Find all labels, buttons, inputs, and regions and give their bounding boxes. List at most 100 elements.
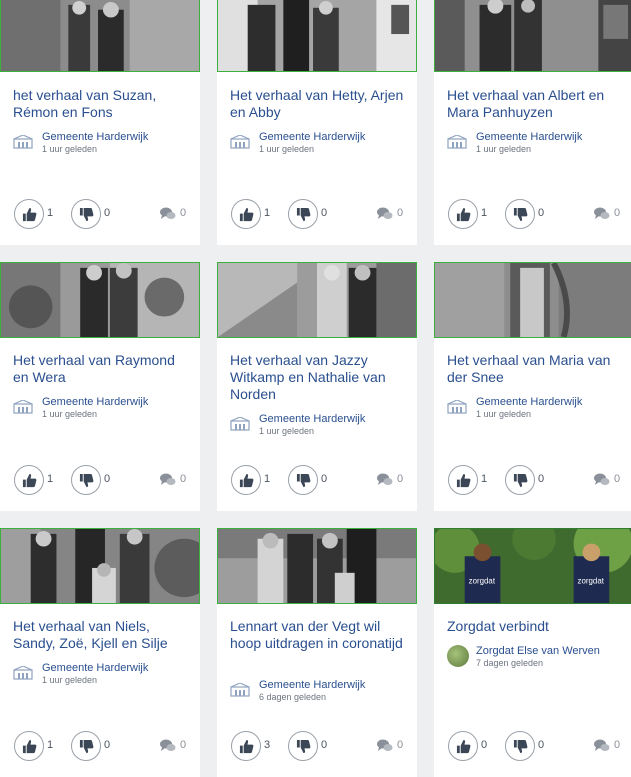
author-name[interactable]: Gemeente Harderwijk	[42, 131, 148, 143]
dislike-button[interactable]	[71, 199, 101, 229]
like-button[interactable]	[448, 465, 478, 495]
dislike-count: 0	[104, 207, 111, 219]
story-title[interactable]: Het verhaal van Niels, Sandy, Zoë, Kjell…	[13, 618, 191, 652]
dislike-button[interactable]	[71, 465, 101, 495]
reaction-bar: 1 0 0	[434, 199, 631, 231]
like-button[interactable]	[231, 731, 261, 761]
thumbs-down-icon	[79, 739, 94, 754]
author-name[interactable]: Gemeente Harderwijk	[476, 131, 582, 143]
like-button[interactable]	[14, 465, 44, 495]
comment-count: 0	[614, 739, 621, 751]
like-button[interactable]	[231, 199, 261, 229]
author-info: Gemeente Harderwijk 1 uur geleden	[447, 396, 627, 422]
author-name[interactable]: Gemeente Harderwijk	[259, 131, 365, 143]
story-photo[interactable]	[434, 262, 631, 338]
post-time: 1 uur geleden	[476, 409, 532, 419]
comment-count: 0	[614, 473, 621, 485]
dislike-button[interactable]	[505, 731, 535, 761]
comment-bubbles-icon[interactable]	[377, 207, 393, 221]
photo-logo-text: zorgdat	[469, 577, 496, 586]
dislike-button[interactable]	[288, 731, 318, 761]
thumbs-up-icon	[456, 473, 471, 488]
story-card[interactable]: Het verhaal van Albert en Mara Panhuyzen…	[434, 0, 631, 245]
comment-bubbles-icon[interactable]	[160, 207, 176, 221]
like-button[interactable]	[448, 731, 478, 761]
story-card[interactable]: Het verhaal van Hetty, Arjen en Abby Gem…	[217, 0, 417, 245]
thumbs-up-icon	[239, 739, 254, 754]
story-title[interactable]: Het verhaal van Raymond en Wera	[13, 352, 191, 386]
story-photo[interactable]	[0, 262, 200, 338]
story-title[interactable]: het verhaal van Suzan, Rémon en Fons	[13, 87, 191, 121]
story-card[interactable]: Het verhaal van Jazzy Witkamp en Nathali…	[217, 262, 417, 511]
avatar[interactable]	[447, 645, 469, 667]
story-card[interactable]: zorgdat zorgdat Zorgdat verbindt Zorgdat …	[434, 528, 631, 777]
story-photo[interactable]	[0, 528, 200, 604]
dislike-count: 0	[104, 739, 111, 751]
story-card[interactable]: Het verhaal van Niels, Sandy, Zoë, Kjell…	[0, 528, 200, 777]
reaction-bar: 1 0 0	[217, 199, 417, 231]
municipality-logo-icon	[13, 666, 33, 680]
author-name[interactable]: Gemeente Harderwijk	[42, 396, 148, 408]
post-time: 1 uur geleden	[259, 426, 315, 436]
comment-count: 0	[180, 473, 187, 485]
like-button[interactable]	[14, 731, 44, 761]
like-count: 1	[264, 473, 271, 485]
story-title[interactable]: Lennart van der Vegt wil hoop uitdragen …	[230, 618, 408, 652]
post-time: 1 uur geleden	[259, 144, 315, 154]
comment-count: 0	[397, 207, 404, 219]
post-time: 1 uur geleden	[42, 409, 98, 419]
thumbs-up-icon	[22, 473, 37, 488]
comment-bubbles-icon[interactable]	[160, 739, 176, 753]
story-photo[interactable]	[434, 0, 631, 72]
story-card[interactable]: Het verhaal van Raymond en Wera Gemeente…	[0, 262, 200, 511]
comment-bubbles-icon[interactable]	[594, 739, 610, 753]
story-title[interactable]: Het verhaal van Jazzy Witkamp en Nathali…	[230, 352, 408, 403]
municipality-logo-icon	[230, 135, 250, 149]
like-button[interactable]	[231, 465, 261, 495]
dislike-button[interactable]	[505, 199, 535, 229]
author-name[interactable]: Gemeente Harderwijk	[42, 662, 148, 674]
story-photo[interactable]	[217, 0, 417, 72]
like-count: 1	[47, 473, 54, 485]
comment-bubbles-icon[interactable]	[377, 473, 393, 487]
dislike-button[interactable]	[505, 465, 535, 495]
story-title[interactable]: Het verhaal van Maria van der Snee	[447, 352, 625, 386]
comment-count: 0	[180, 207, 187, 219]
dislike-button[interactable]	[288, 199, 318, 229]
like-count: 1	[47, 207, 54, 219]
author-info: Gemeente Harderwijk 1 uur geleden	[13, 662, 193, 688]
dislike-button[interactable]	[288, 465, 318, 495]
author-name[interactable]: Gemeente Harderwijk	[259, 679, 365, 691]
author-name[interactable]: Gemeente Harderwijk	[259, 413, 365, 425]
thumbs-up-icon	[22, 207, 37, 222]
story-photo[interactable]: zorgdat zorgdat	[434, 528, 631, 604]
dislike-count: 0	[104, 473, 111, 485]
story-title[interactable]: Het verhaal van Hetty, Arjen en Abby	[230, 87, 408, 121]
photo-logo-text: zorgdat	[578, 577, 605, 586]
story-title[interactable]: Het verhaal van Albert en Mara Panhuyzen	[447, 87, 625, 121]
post-time: 6 dagen geleden	[259, 692, 327, 702]
story-photo[interactable]	[0, 0, 200, 72]
dislike-count: 0	[538, 739, 545, 751]
thumbs-down-icon	[296, 207, 311, 222]
reaction-bar: 1 0 0	[434, 465, 631, 497]
like-button[interactable]	[14, 199, 44, 229]
comment-bubbles-icon[interactable]	[160, 473, 176, 487]
story-card[interactable]: het verhaal van Suzan, Rémon en Fons Gem…	[0, 0, 200, 245]
author-name[interactable]: Zorgdat Else van Werven	[476, 645, 600, 657]
story-card[interactable]: Lennart van der Vegt wil hoop uitdragen …	[217, 528, 417, 777]
like-button[interactable]	[448, 199, 478, 229]
story-photo[interactable]	[217, 528, 417, 604]
author-name[interactable]: Gemeente Harderwijk	[476, 396, 582, 408]
comment-bubbles-icon[interactable]	[594, 207, 610, 221]
story-card[interactable]: Het verhaal van Maria van der Snee Gemee…	[434, 262, 631, 511]
comment-bubbles-icon[interactable]	[377, 739, 393, 753]
story-photo[interactable]	[217, 262, 417, 338]
municipality-logo-icon	[13, 400, 33, 414]
author-info: Gemeente Harderwijk 1 uur geleden	[13, 396, 193, 422]
comment-count: 0	[397, 739, 404, 751]
story-title[interactable]: Zorgdat verbindt	[447, 618, 625, 635]
dislike-button[interactable]	[71, 731, 101, 761]
comment-bubbles-icon[interactable]	[594, 473, 610, 487]
reaction-bar: 1 0 0	[0, 731, 200, 763]
